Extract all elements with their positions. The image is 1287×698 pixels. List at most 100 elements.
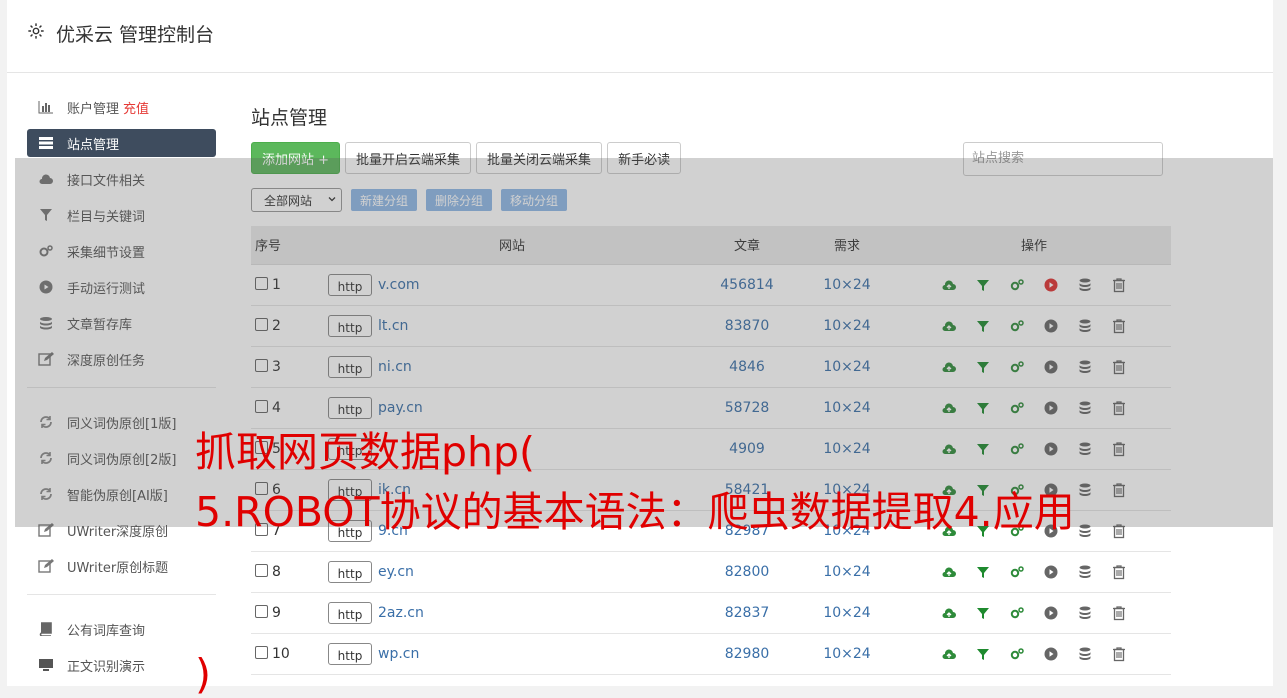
database-icon[interactable] [1077, 441, 1093, 457]
move-group-button[interactable]: 移动分组 [501, 189, 568, 211]
article-count[interactable]: 4909 [729, 441, 765, 457]
filter-icon[interactable] [975, 400, 991, 416]
site-domain[interactable]: ey.cn [378, 564, 414, 580]
protocol-badge[interactable]: http [328, 314, 372, 337]
add-site-button[interactable]: 添加网站 + [251, 142, 341, 174]
site-domain[interactable]: 9.cn [378, 523, 408, 539]
filter-icon[interactable] [975, 277, 991, 293]
row-checkbox[interactable] [255, 440, 268, 454]
cloud-upload-icon[interactable] [941, 359, 957, 375]
sidebar-item-public-thesaurus[interactable]: 公有词库查询 [27, 615, 216, 643]
site-domain[interactable]: wp.cn [378, 646, 419, 662]
protocol-badge[interactable]: http [328, 273, 372, 296]
demand-value[interactable]: 10×24 [823, 564, 870, 580]
play-circle-icon[interactable] [1043, 318, 1059, 334]
site-domain[interactable]: ni.cn [378, 359, 412, 375]
row-checkbox[interactable] [255, 522, 268, 536]
row-checkbox[interactable] [255, 481, 268, 495]
trash-icon[interactable] [1111, 277, 1127, 293]
play-circle-icon[interactable] [1043, 605, 1059, 621]
sidebar-item-text-recognition[interactable]: 正文识别演示 [27, 651, 216, 679]
gears-icon[interactable] [1009, 646, 1025, 662]
play-circle-icon[interactable] [1043, 523, 1059, 539]
gears-icon[interactable] [1009, 318, 1025, 334]
play-circle-icon[interactable] [1043, 400, 1059, 416]
trash-icon[interactable] [1111, 359, 1127, 375]
sidebar-item-collect-settings[interactable]: 采集细节设置 [27, 237, 216, 265]
play-circle-icon[interactable] [1043, 482, 1059, 498]
trash-icon[interactable] [1111, 564, 1127, 580]
gears-icon[interactable] [1009, 441, 1025, 457]
cloud-upload-icon[interactable] [941, 523, 957, 539]
row-checkbox[interactable] [255, 604, 268, 618]
recharge-link[interactable]: 充值 [123, 98, 149, 117]
protocol-badge[interactable]: http [328, 478, 372, 501]
filter-icon[interactable] [975, 318, 991, 334]
protocol-badge[interactable]: http [328, 642, 372, 665]
trash-icon[interactable] [1111, 482, 1127, 498]
sidebar-item-deep-original[interactable]: 深度原创任务 [27, 345, 216, 373]
article-count[interactable]: 82980 [725, 646, 770, 662]
database-icon[interactable] [1077, 646, 1093, 662]
filter-icon[interactable] [975, 564, 991, 580]
gears-icon[interactable] [1009, 564, 1025, 580]
row-checkbox[interactable] [255, 358, 268, 372]
cloud-upload-icon[interactable] [941, 318, 957, 334]
sidebar-item-uwriter-deep[interactable]: UWriter深度原创 [27, 516, 216, 544]
play-circle-icon[interactable] [1043, 564, 1059, 580]
play-circle-icon[interactable] [1043, 359, 1059, 375]
sidebar-item-synonym-v1[interactable]: 同义词伪原创[1版] [27, 408, 216, 436]
demand-value[interactable]: 10×24 [823, 482, 870, 498]
sidebar-item-article-store[interactable]: 文章暂存库 [27, 309, 216, 337]
gears-icon[interactable] [1009, 359, 1025, 375]
play-circle-icon[interactable] [1043, 277, 1059, 293]
demand-value[interactable]: 10×24 [823, 646, 870, 662]
cloud-upload-icon[interactable] [941, 646, 957, 662]
cloud-upload-icon[interactable] [941, 277, 957, 293]
filter-icon[interactable] [975, 646, 991, 662]
site-domain[interactable]: v.com [378, 277, 420, 293]
gears-icon[interactable] [1009, 277, 1025, 293]
sidebar-item-synonym-v2[interactable]: 同义词伪原创[2版] [27, 444, 216, 472]
row-checkbox[interactable] [255, 276, 268, 290]
gears-icon[interactable] [1009, 605, 1025, 621]
trash-icon[interactable] [1111, 605, 1127, 621]
sidebar-item-columns[interactable]: 栏目与关键词 [27, 201, 216, 229]
cloud-upload-icon[interactable] [941, 564, 957, 580]
filter-icon[interactable] [975, 523, 991, 539]
trash-icon[interactable] [1111, 441, 1127, 457]
protocol-badge[interactable]: http [328, 560, 372, 583]
database-icon[interactable] [1077, 400, 1093, 416]
database-icon[interactable] [1077, 523, 1093, 539]
trash-icon[interactable] [1111, 400, 1127, 416]
demand-value[interactable]: 10×24 [823, 318, 870, 334]
article-count[interactable]: 456814 [720, 277, 773, 293]
protocol-badge[interactable]: http [328, 396, 372, 419]
row-checkbox[interactable] [255, 399, 268, 413]
article-count[interactable]: 82800 [725, 564, 770, 580]
cloud-upload-icon[interactable] [941, 441, 957, 457]
gears-icon[interactable] [1009, 523, 1025, 539]
row-checkbox[interactable] [255, 317, 268, 331]
article-count[interactable]: 58421 [725, 482, 770, 498]
cloud-upload-icon[interactable] [941, 482, 957, 498]
article-count[interactable]: 4846 [729, 359, 765, 375]
guide-button[interactable]: 新手必读 [607, 142, 682, 174]
row-checkbox[interactable] [255, 645, 268, 659]
database-icon[interactable] [1077, 359, 1093, 375]
demand-value[interactable]: 10×24 [823, 359, 870, 375]
database-icon[interactable] [1077, 277, 1093, 293]
filter-icon[interactable] [975, 605, 991, 621]
sidebar-item-uwriter-title[interactable]: UWriter原创标题 [27, 552, 216, 580]
demand-value[interactable]: 10×24 [823, 605, 870, 621]
trash-icon[interactable] [1111, 523, 1127, 539]
demand-value[interactable]: 10×24 [823, 441, 870, 457]
new-group-button[interactable]: 新建分组 [351, 189, 418, 211]
article-count[interactable]: 83870 [725, 318, 770, 334]
protocol-badge[interactable]: http [328, 519, 372, 542]
database-icon[interactable] [1077, 482, 1093, 498]
site-domain[interactable]: 2az.cn [378, 605, 424, 621]
site-domain[interactable]: ik.cn [378, 482, 411, 498]
filter-icon[interactable] [975, 359, 991, 375]
protocol-badge[interactable]: http [328, 355, 372, 378]
